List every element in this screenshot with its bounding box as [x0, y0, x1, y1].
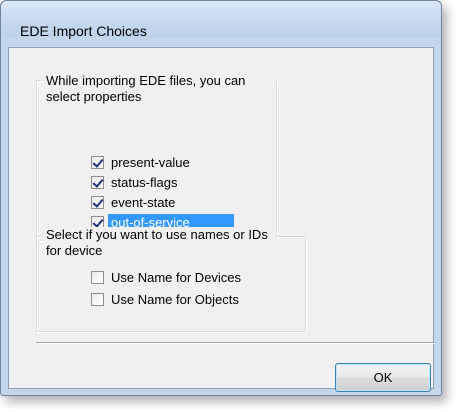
properties-group-label: While importing EDE files, you can selec…	[43, 73, 275, 105]
status-flags-checkbox-box[interactable]	[91, 176, 104, 189]
status-flags-label[interactable]: status-flags	[108, 174, 180, 191]
device-naming-group-label: Select if you want to use names or IDs f…	[43, 227, 275, 259]
present-value-label[interactable]: present-value	[108, 154, 193, 171]
dialog-window: EDE Import Choices While importing EDE f…	[0, 0, 442, 396]
checkbox-present-value[interactable]: present-value	[91, 154, 193, 171]
event-state-checkbox-box[interactable]	[91, 196, 104, 209]
device-naming-group-text: Select if you want to use names or IDs f…	[46, 227, 268, 258]
title-bar[interactable]: EDE Import Choices	[1, 1, 441, 39]
checkbox-event-state[interactable]: event-state	[91, 194, 178, 211]
use-name-for-devices-label[interactable]: Use Name for Devices	[108, 269, 244, 286]
checkbox-use-name-for-devices[interactable]: Use Name for Devices	[91, 269, 244, 286]
dialog-body: While importing EDE files, you can selec…	[8, 47, 435, 392]
button-separator	[36, 342, 435, 344]
checkbox-use-name-for-objects[interactable]: Use Name for Objects	[91, 291, 242, 308]
ok-button[interactable]: OK	[335, 363, 431, 392]
event-state-label[interactable]: event-state	[108, 194, 178, 211]
use-name-for-devices-checkbox-box[interactable]	[91, 271, 104, 284]
checkbox-status-flags[interactable]: status-flags	[91, 174, 180, 191]
use-name-for-objects-checkbox-box[interactable]	[91, 293, 104, 306]
properties-group-text: While importing EDE files, you can selec…	[46, 73, 246, 104]
present-value-checkbox-box[interactable]	[91, 156, 104, 169]
dialog-title: EDE Import Choices	[20, 23, 147, 39]
use-name-for-objects-label[interactable]: Use Name for Objects	[108, 291, 242, 308]
